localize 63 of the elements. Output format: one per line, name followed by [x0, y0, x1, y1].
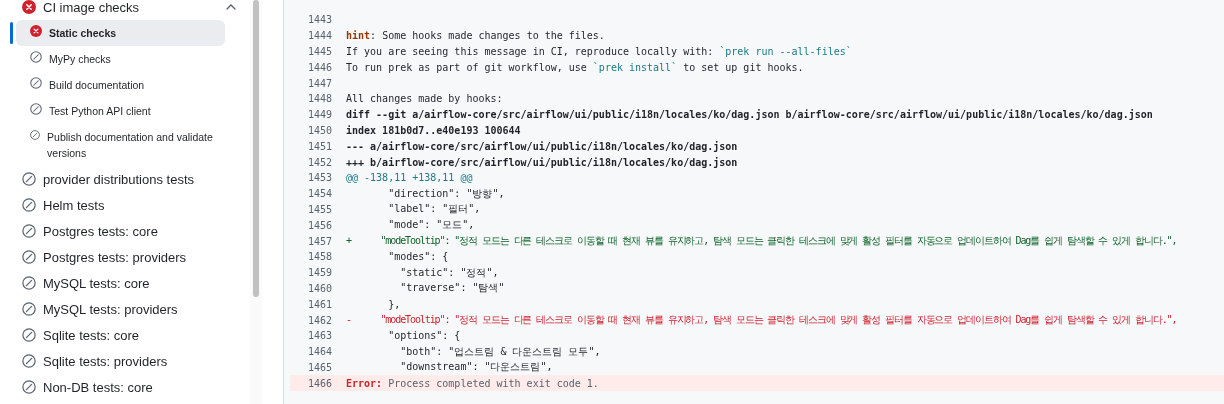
log-line: "label": "필터",: [387, 202, 481, 217]
chevron-up-icon[interactable]: [226, 4, 236, 10]
log-line: },: [387, 298, 401, 310]
log-line: "mode": "모드",: [387, 218, 475, 233]
log-line: To run prek as part of git workflow, use `prek install` to set up git hooks.: [346, 61, 804, 73]
line-number: 1452: [306, 156, 332, 168]
log-line: "direction": "방향",: [387, 186, 505, 201]
line-number: 1456: [306, 219, 332, 231]
job-group-title[interactable]: Sqlite tests: core: [43, 327, 250, 343]
line-number: 1449: [306, 109, 332, 121]
line-number: 1455: [306, 203, 332, 215]
job-item[interactable]: Test Python API client: [16, 98, 225, 124]
job-item[interactable]: Build documentation: [16, 72, 225, 98]
log-line: +++ b/airflow-core/src/airflow/ui/public/i18n/locales/ko/dag.json: [346, 156, 738, 168]
line-number: 1453: [306, 172, 332, 184]
job-group-title[interactable]: CI image checks: [43, 0, 219, 15]
log-line: "traverse": "탐색": [399, 281, 505, 296]
job-group-title[interactable]: Sqlite tests: providers: [43, 353, 250, 369]
log-line: "static": "정적",: [399, 265, 499, 280]
line-number: 1454: [306, 188, 332, 200]
line-number: 1457: [306, 235, 332, 247]
job-group-title[interactable]: MySQL tests: providers: [43, 301, 250, 317]
line-number: 1446: [306, 61, 332, 73]
job-item[interactable]: Publish documentation and validate versions: [16, 124, 225, 166]
job-group-title[interactable]: Non-DB tests: core: [43, 379, 250, 395]
job-group-title[interactable]: MySQL tests: core: [43, 275, 250, 291]
job-group-title[interactable]: Helm tests: [43, 197, 250, 213]
log-line: + "modeTooltip": "정적 모드는 다른 테스크로 이동할 때 현재 뷰를 유지하고, 탐색 모드는 클릭한 테스크에 맞게 활성 필터를 자동으로 업데이트하여 Dag를 쉽게 탐색할 수 있게 합니다.",: [346, 234, 1177, 249]
log-line: - "modeTooltip": "정적 모드는 다른 테스크로 이동할 때 현재 뷰를 유지하고, 탐색 모드는 클릭한 테스크에 맞게 활성 필터를 자동으로 업데이트하여 Dag를 쉽게 탐색할 수 있게 합니다.",: [346, 313, 1177, 328]
line-number: 1448: [306, 93, 332, 105]
log-line: hint: Some hooks made changes to the files.: [346, 30, 605, 42]
log-line: If you are seeing this message in CI, reproduce locally with: `prek run --all-files`: [346, 46, 852, 57]
scrollbar-thumb[interactable]: [253, 0, 259, 297]
line-number: 1447: [306, 77, 332, 89]
line-number: 1459: [306, 267, 332, 279]
line-number: 1465: [306, 361, 332, 373]
log-line: diff --git a/airflow-core/src/airflow/ui/public/i18n/locales/ko/dag.json b/airflow-core/src/airflow/ui/public/i18n/locales/ko/dag.json: [346, 109, 1153, 121]
log-line: "options": {: [387, 330, 461, 342]
job-item[interactable]: Static checks: [16, 20, 225, 46]
log-line: All changes made by hooks:: [346, 93, 503, 105]
line-number: 1451: [306, 140, 332, 152]
log-line: Error: Process completed with exit code 1.: [346, 377, 599, 389]
line-number: 1463: [306, 330, 332, 342]
log-line: "both": "업스트림 & 다운스트림 모두",: [399, 344, 601, 359]
line-number: 1443: [306, 14, 332, 26]
log-line: "downstream": "다운스트림",: [399, 360, 553, 375]
line-number: 1464: [306, 346, 332, 358]
log-line: "modes": {: [387, 251, 449, 263]
line-number: 1458: [306, 251, 332, 263]
line-number: 1445: [306, 46, 332, 57]
line-number: 1450: [306, 124, 332, 136]
job-group-title[interactable]: Postgres tests: core: [43, 223, 250, 239]
line-number: 1462: [306, 314, 332, 326]
log-line: --- a/airflow-core/src/airflow/ui/public/i18n/locales/ko/dag.json: [346, 140, 738, 152]
line-number: 1461: [306, 298, 332, 310]
job-item[interactable]: MyPy checks: [16, 46, 225, 72]
job-group-title[interactable]: provider distributions tests: [43, 171, 250, 187]
job-group-title[interactable]: Postgres tests: providers: [43, 249, 250, 265]
log-line: @@ -138,11 +138,11 @@: [346, 172, 473, 184]
line-number: 1460: [306, 282, 332, 294]
line-number: 1466: [306, 377, 332, 389]
line-number: 1444: [306, 30, 332, 42]
log-line: index 181b0d7..e40e193 100644: [346, 124, 521, 136]
